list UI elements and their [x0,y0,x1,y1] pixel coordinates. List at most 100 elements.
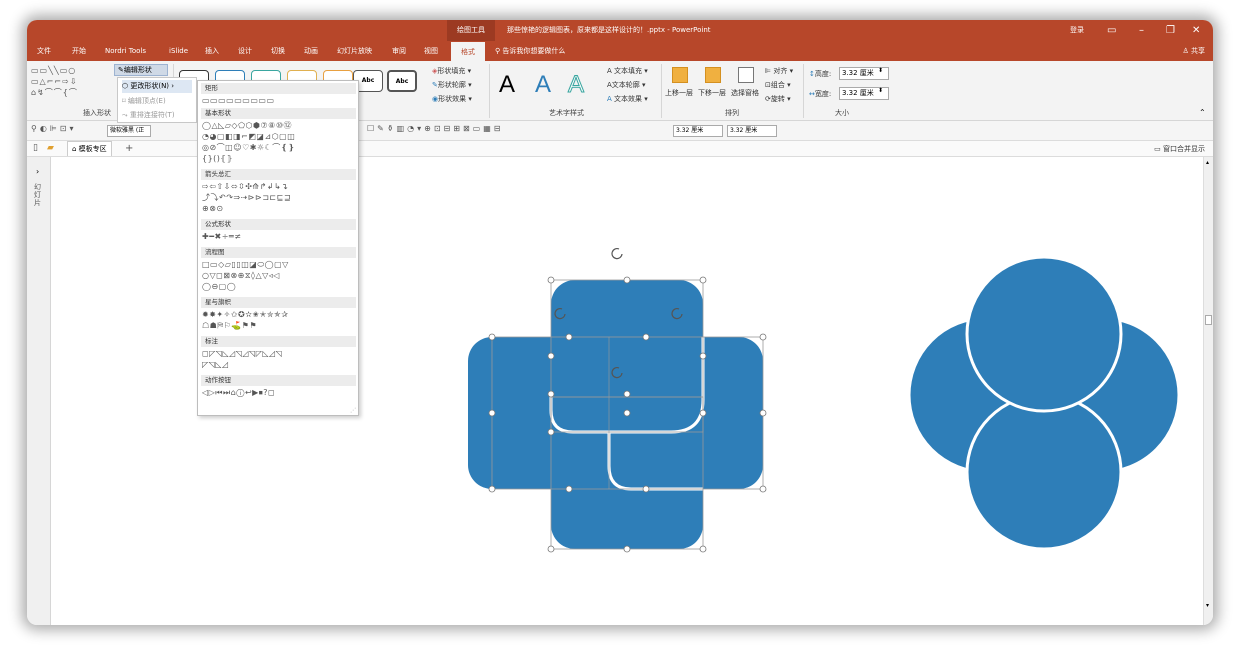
scroll-up-icon[interactable]: ▴ [1206,159,1209,166]
gallery-row[interactable]: ◯⊖▢◯ [202,282,236,292]
shape-outline-button[interactable]: ✎形状轮廓 ▾ [432,80,472,90]
text-fill-icon: A [607,67,612,75]
insert-shapes-gallery[interactable]: ▭▭╲╲▭○ ▭△⌐⌐⇨⇩ ⌂↯⌒⌒{⌒ [31,65,115,103]
collapse-ribbon-icon[interactable]: ⌃ [1199,108,1206,117]
restore-icon[interactable]: ❐ [1166,20,1175,41]
tab-slideshow[interactable]: 幻灯片放映 [337,41,372,61]
reroute-label: 重排连接符(T) [129,111,175,119]
category-arrows: 箭头总汇 [201,169,356,180]
scroll-down-icon[interactable]: ▾ [1206,602,1209,609]
quick-toolbar-icons-left[interactable]: ⚲◐⊫⊡▾ [31,124,77,133]
new-file-icon[interactable]: ▯ [33,143,38,153]
text-effects-button[interactable]: A 文本效果 ▾ [607,94,648,104]
resize-grip-icon[interactable]: ⋰ [350,407,356,414]
group-button[interactable]: ⊡组合 ▾ [765,80,791,90]
gallery-row[interactable]: ⤴⤵↶↷⇒⇢⊳⊳⊐⊏⊑⊒ [202,193,291,203]
document-title: 那些惊艳的逻辑图表，原来都是这样设计的！.pptx - PowerPoint [507,26,711,34]
tab-animations[interactable]: 动画 [304,41,318,61]
login-link[interactable]: 登录 [1070,20,1084,41]
text-fill-button[interactable]: A 文本填充 ▾ [607,66,648,76]
folder-icon[interactable]: ▰ [47,143,54,153]
tab-transitions[interactable]: 切换 [271,41,285,61]
window-merge-button[interactable]: ▭ 窗口合并显示 [1154,141,1205,157]
gallery-row[interactable]: ○▽◻⊠⊗⊕⧖◊△▽◃◁ [202,271,280,281]
size-group-label: 大小 [835,109,849,117]
template-tab[interactable]: ⌂ 模板专区 [67,141,112,156]
gallery-row[interactable]: ⇨⇦⇧⇩⬄⇳✣⟰↱↲↳↴ [202,182,288,192]
shape-effects-button[interactable]: ◉形状效果 ▾ [432,94,472,104]
ribbon-display-icon[interactable]: ▭ [1107,20,1116,41]
gallery-row[interactable]: ☖☗⛿⚐⛳⚑⚑ [202,321,257,331]
tab-design[interactable]: 设计 [238,41,252,61]
tab-nordri-tools[interactable]: Nordri Tools [105,41,146,61]
text-outline-button[interactable]: A文本轮廓 ▾ [607,80,646,90]
expand-panel-icon[interactable]: › [36,167,39,176]
wordart-outline-a[interactable]: A [567,71,584,99]
gallery-row[interactable]: ▭▭▭▭▭▭▭▭▭ [202,96,275,106]
gallery-row[interactable]: ◸◹◺◿ [202,360,229,370]
divider [803,64,804,118]
reroute-icon: ⤳ [122,111,130,119]
minimize-icon[interactable]: – [1139,20,1144,41]
gallery-row[interactable]: ◯△◺▱◇⬠⬡⬢⑦⑧⑩⑫ [202,121,292,131]
bring-forward-button[interactable]: 上移一层 [665,88,693,98]
font-name-select[interactable]: 微软雅黑 (正 [107,125,151,137]
wordart-blue-a[interactable]: A [535,71,551,99]
quick-toolbar-icons-mid[interactable]: ☐✎⚱▥◔▾⊕⊡⊟⊞⊠▭▦⊟ [367,124,503,133]
gallery-row[interactable]: ◔◕▢◧◨⌐◩◪⊿⬡▢◫ [202,132,295,142]
width-spinner-icon[interactable]: ⬍ [878,87,883,94]
toolbar-size-input-1[interactable]: 3.32 厘米 [673,125,723,137]
edit-points-item[interactable]: ⌑ 编辑顶点(E) [122,95,166,108]
vertical-scrollbar[interactable]: ▴ ▾ [1203,157,1213,625]
scroll-thumb[interactable] [1205,315,1212,325]
category-callouts: 标注 [201,336,356,347]
rounded-square-top[interactable] [551,280,703,432]
tab-review[interactable]: 审阅 [392,41,406,61]
height-label: ↕高度: [809,69,831,79]
gallery-row[interactable]: ✹✸✦✧✩✪✫✬✭✮✯✰ [202,310,288,320]
reroute-connectors-item[interactable]: ⤳ 重排连接符(T) [122,109,175,122]
gallery-row[interactable]: ✚━✖÷═≠ [202,232,241,242]
tell-me-search[interactable]: ⚲ 告诉我你想要做什么 [495,41,565,61]
tab-view[interactable]: 视图 [424,41,438,61]
template-tab-label: 模板专区 [78,145,107,153]
gallery-row[interactable]: ◎⊘⌒◫☺♡✱☼☾⌒❴❵ [202,143,295,153]
tab-format[interactable]: 格式 [451,42,485,61]
width-label-text: 宽度: [814,90,832,98]
height-value: 3.32 厘米 [842,69,874,77]
align-button[interactable]: ⊫ 对齐 ▾ [765,66,793,76]
send-backward-button[interactable]: 下移一层 [698,88,726,98]
shape-outline-label: 形状轮廓 [437,81,466,89]
tab-insert[interactable]: 插入 [205,41,219,61]
wordart-black-a[interactable]: A [499,71,515,99]
toolbar-size-input-2[interactable]: 3.32 厘米 [727,125,777,137]
tab-home[interactable]: 开始 [72,41,86,61]
venn-circle-top[interactable] [965,255,1123,413]
venn-circle-bottom[interactable] [965,393,1123,551]
share-label: 共享 [1191,47,1205,55]
add-tab-button[interactable]: + [125,141,133,156]
rotate-button[interactable]: ⟳旋转 ▾ [765,94,791,104]
gallery-row[interactable]: ◁▷⏮⏭⌂ⓘ↩▶⏹?◻ [202,388,275,398]
share-button[interactable]: ♙ 共享 [1182,41,1205,61]
tab-islide[interactable]: iSlide [169,41,188,61]
change-shape-item[interactable]: ⬡ 更改形状(N) › [122,80,192,93]
gallery-row[interactable]: □▭◇▱▯▯◫◪⬭◯▢▽ [202,260,289,270]
selection-pane-icon [738,67,754,83]
gallery-row[interactable]: {}()⦃⦄ [202,154,233,164]
selection-pane-button[interactable]: 选择窗格 [731,88,759,98]
wordart-group-label: 艺术字样式 [549,109,584,117]
edit-shape-button[interactable]: ✎编辑形状 [114,64,168,76]
shape-fill-button[interactable]: ◈形状填充 ▾ [432,66,471,76]
gallery-row[interactable]: ◻◸◹◺◿◹◿◹◸◺◿◹ [202,349,282,359]
width-label: ↔宽度: [809,89,831,99]
tell-me-text: 告诉我你想要做什么 [502,47,566,55]
powerpoint-window: 绘图工具 那些惊艳的逻辑图表，原来都是这样设计的！.pptx - PowerPo… [27,20,1213,625]
gallery-row[interactable]: ⊕⊗⊙ [202,204,224,214]
height-spinner-icon[interactable]: ⬍ [878,67,883,74]
close-icon[interactable]: ✕ [1192,20,1200,41]
divider [661,64,662,118]
shape-fill-label: 形状填充 [437,67,466,75]
shape-style-abc-2[interactable]: Abc [387,70,417,92]
tab-file[interactable]: 文件 [37,41,51,61]
